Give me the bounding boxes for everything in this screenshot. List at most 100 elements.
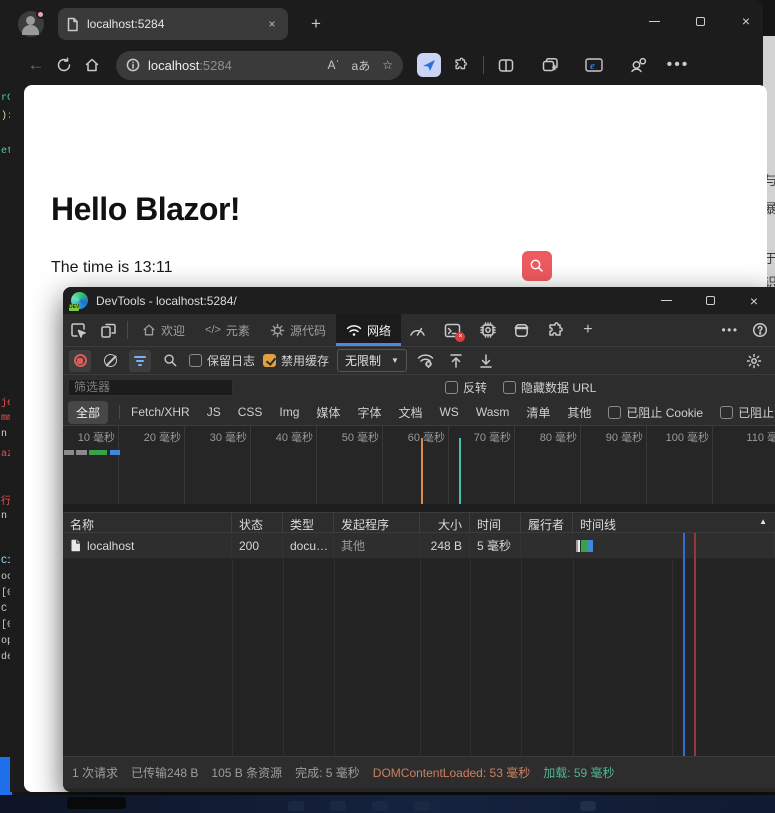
- maximize-button[interactable]: [689, 10, 711, 32]
- performance-monitor-chip-icon[interactable]: [471, 314, 505, 346]
- clear-button[interactable]: [99, 350, 121, 372]
- tab-elements[interactable]: </> 元素: [195, 314, 260, 346]
- chip-other[interactable]: 其他: [567, 404, 591, 421]
- device-toolbar-icon[interactable]: [93, 314, 123, 346]
- export-har-icon[interactable]: [475, 350, 497, 372]
- help-icon[interactable]: [745, 322, 775, 338]
- chip-doc[interactable]: 文档: [398, 404, 422, 421]
- taskbar-item[interactable]: [67, 797, 126, 809]
- refresh-icon[interactable]: [50, 51, 78, 79]
- chip-manifest[interactable]: 清单: [526, 404, 550, 421]
- chip-fetch-xhr[interactable]: Fetch/XHR: [131, 405, 190, 419]
- devtools-extensions-icon[interactable]: [539, 314, 573, 346]
- column-waterfall[interactable]: 时间线 ▲: [573, 513, 775, 532]
- back-icon[interactable]: ←: [22, 51, 50, 79]
- checkbox-unchecked[interactable]: [445, 381, 458, 394]
- checkbox-unchecked[interactable]: [189, 354, 202, 367]
- devtools-maximize-button[interactable]: [699, 290, 721, 312]
- requests-table-body[interactable]: [63, 559, 775, 756]
- network-overview-timeline[interactable]: 10 毫秒 20 毫秒 30 毫秒 40 毫秒 50 毫秒 60 毫秒 70 毫…: [63, 426, 775, 505]
- column-name[interactable]: 名称: [63, 513, 232, 532]
- request-waterfall-cell[interactable]: [573, 533, 775, 558]
- more-tabs-icon[interactable]: +: [573, 314, 603, 346]
- checkbox-unchecked[interactable]: [608, 406, 621, 419]
- console-errors-icon[interactable]: ×: [435, 314, 471, 346]
- chip-ws[interactable]: WS: [439, 405, 458, 419]
- column-time[interactable]: 时间: [470, 513, 521, 532]
- network-search-icon[interactable]: [159, 350, 181, 372]
- devtools-more-options-icon[interactable]: •••: [715, 323, 745, 337]
- column-initiator[interactable]: 发起程序: [334, 513, 420, 532]
- checkbox-unchecked[interactable]: [503, 381, 516, 394]
- checkbox-checked[interactable]: [263, 354, 276, 367]
- column-fulfilled-by[interactable]: 履行者: [521, 513, 573, 532]
- devtools-titlebar[interactable]: DEV DevTools - localhost:5284/ ×: [63, 287, 775, 314]
- tab-close-icon[interactable]: ×: [264, 16, 280, 32]
- browser-tab[interactable]: localhost:5284 ×: [58, 8, 288, 40]
- pinned-extension-icon[interactable]: [417, 53, 441, 77]
- blocked-requests-checkbox[interactable]: 已阻止请求: [720, 404, 775, 421]
- devtools-tabbar: 欢迎 </> 元素 源代码 网络 ×: [63, 314, 775, 347]
- preserve-log-checkbox[interactable]: 保留日志: [189, 352, 255, 369]
- windows-taskbar[interactable]: [0, 795, 775, 813]
- request-row-localhost[interactable]: localhost 200 docu… 其他 248 B 5 毫秒: [63, 533, 775, 559]
- checkbox-unchecked[interactable]: [720, 406, 733, 419]
- request-initiator-cell[interactable]: 其他: [334, 533, 420, 558]
- chip-all[interactable]: 全部: [68, 401, 108, 424]
- taskbar-icon[interactable]: [414, 801, 430, 811]
- page-search-button[interactable]: [522, 251, 552, 281]
- profile-avatar[interactable]: [18, 11, 44, 37]
- address-bar[interactable]: localhost :5284 Aˈ aあ ☆: [116, 51, 403, 80]
- column-type[interactable]: 类型: [283, 513, 334, 532]
- devtools-close-button[interactable]: ×: [743, 290, 765, 312]
- invert-checkbox[interactable]: 反转: [445, 379, 487, 396]
- chip-font[interactable]: 字体: [357, 404, 381, 421]
- performance-icon[interactable]: [401, 314, 435, 346]
- new-tab-button[interactable]: +: [306, 14, 326, 34]
- avatar-status-dot: [36, 10, 45, 19]
- more-menu-icon[interactable]: •••: [664, 51, 692, 79]
- close-button[interactable]: ×: [735, 10, 757, 32]
- collections-icon[interactable]: [536, 51, 564, 79]
- network-settings-gear-icon[interactable]: [743, 350, 765, 372]
- chip-js[interactable]: JS: [207, 405, 221, 419]
- throttling-dropdown[interactable]: 无限制 ▼: [337, 349, 407, 372]
- home-icon[interactable]: [78, 51, 106, 79]
- chip-img[interactable]: Img: [279, 405, 299, 419]
- hide-data-urls-checkbox[interactable]: 隐藏数据 URL: [503, 379, 596, 396]
- column-status[interactable]: 状态: [232, 513, 283, 532]
- site-info-icon[interactable]: [126, 58, 140, 72]
- inspect-element-icon[interactable]: [63, 314, 93, 346]
- extensions-puzzle-icon[interactable]: [447, 51, 475, 79]
- taskbar-icon[interactable]: [288, 801, 304, 811]
- application-panel-icon[interactable]: [505, 314, 539, 346]
- filter-input[interactable]: [68, 379, 233, 396]
- taskbar-icon[interactable]: [580, 801, 596, 811]
- minimize-button[interactable]: [643, 10, 665, 32]
- ie-mode-icon[interactable]: e: [580, 51, 608, 79]
- tab-sources[interactable]: 源代码: [260, 314, 336, 346]
- code-brackets-icon: </>: [205, 324, 221, 336]
- tab-welcome[interactable]: 欢迎: [132, 314, 195, 346]
- column-size[interactable]: 大小: [420, 513, 470, 532]
- taskbar-icon[interactable]: [330, 801, 346, 811]
- read-aloud-icon[interactable]: Aˈ: [328, 58, 340, 72]
- network-conditions-icon[interactable]: [415, 350, 437, 372]
- devtools-minimize-button[interactable]: [655, 290, 677, 312]
- translate-icon[interactable]: aあ: [352, 57, 371, 74]
- chip-media[interactable]: 媒体: [316, 404, 340, 421]
- request-name-cell[interactable]: localhost: [63, 533, 232, 558]
- favorite-star-icon[interactable]: ☆: [382, 58, 393, 72]
- browser-essentials-icon[interactable]: [624, 51, 652, 79]
- chip-css[interactable]: CSS: [238, 405, 263, 419]
- ruler-tick-label: 10 毫秒: [78, 429, 115, 445]
- tab-network[interactable]: 网络: [336, 314, 401, 346]
- split-screen-icon[interactable]: [492, 51, 520, 79]
- blocked-cookies-checkbox[interactable]: 已阻止 Cookie: [608, 404, 703, 421]
- filter-toggle-button[interactable]: [129, 350, 151, 372]
- taskbar-icon[interactable]: [372, 801, 388, 811]
- record-button[interactable]: [69, 350, 91, 372]
- import-har-icon[interactable]: [445, 350, 467, 372]
- chip-wasm[interactable]: Wasm: [476, 405, 510, 419]
- disable-cache-checkbox[interactable]: 禁用缓存: [263, 352, 329, 369]
